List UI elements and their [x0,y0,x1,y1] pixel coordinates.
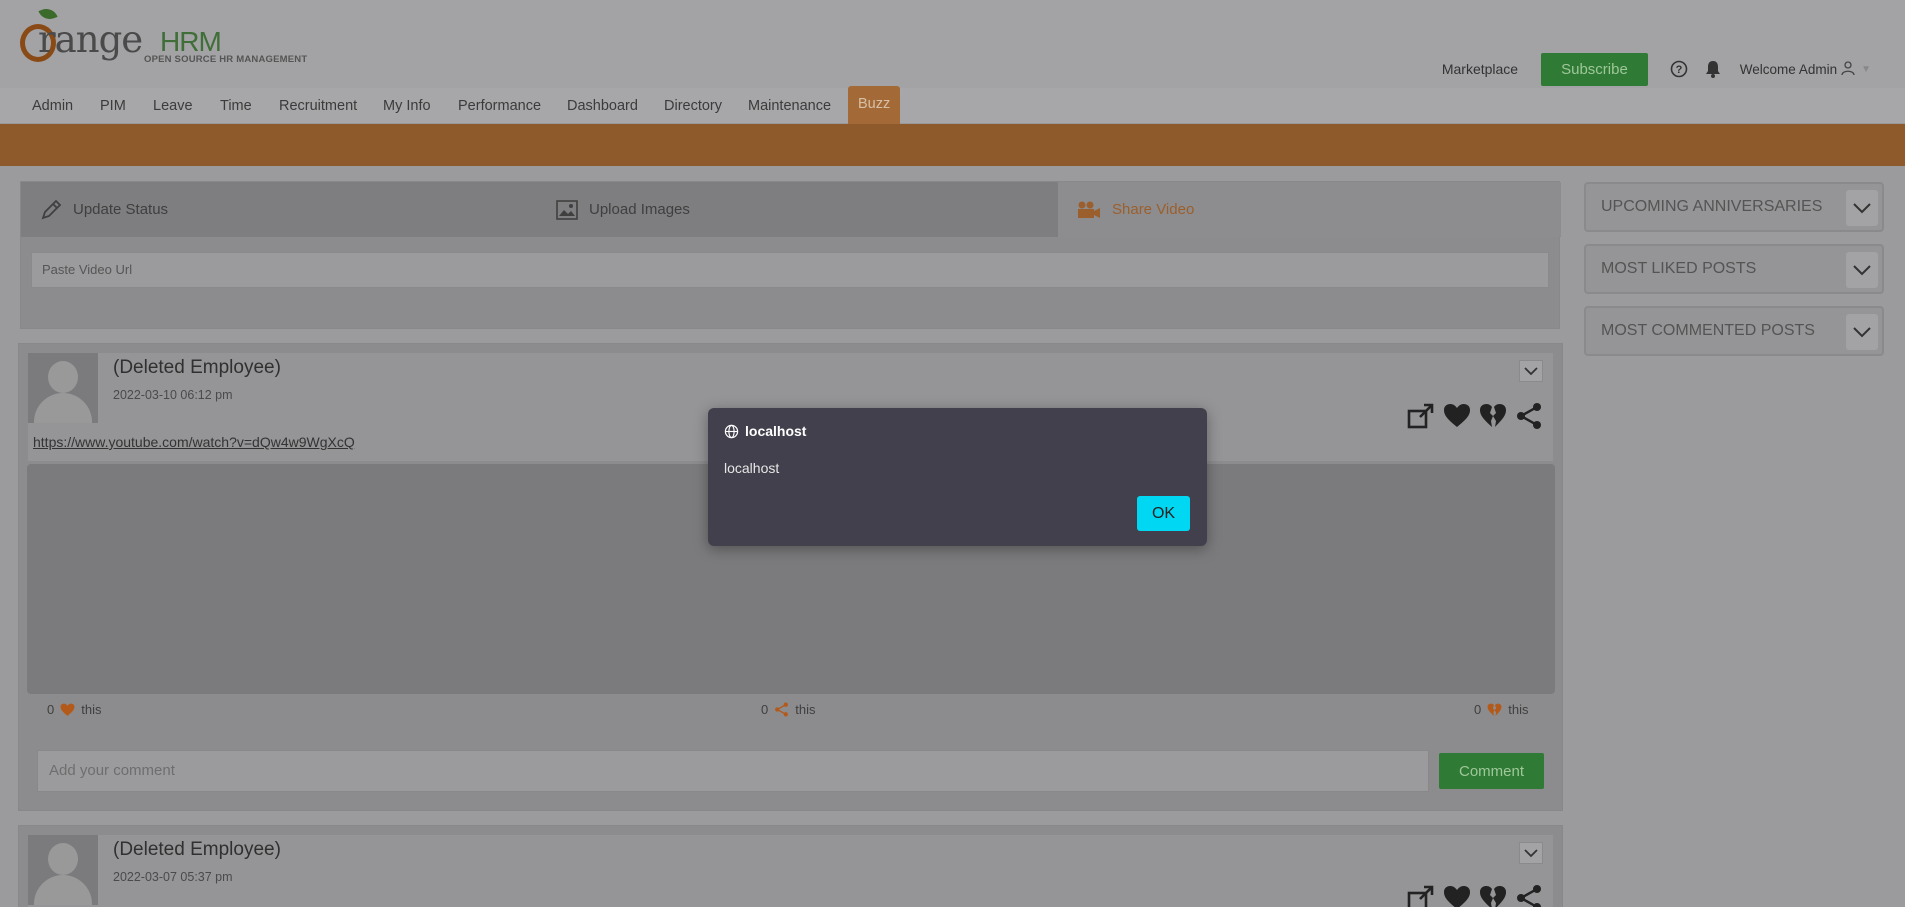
svg-text:?: ? [1675,64,1682,76]
dialog-title: localhost [745,423,807,439]
notification-bell-icon[interactable] [1702,58,1724,80]
chevron-down-icon[interactable] [1846,190,1878,226]
post-stats: 0 this 0 this 0 this [19,702,1564,726]
post-author[interactable]: (Deleted Employee) [113,357,281,379]
video-camera-icon [1076,200,1102,220]
widget-most-liked-posts[interactable]: MOST LIKED POSTS [1584,244,1884,294]
globe-icon [724,424,739,439]
post-options-button[interactable] [1519,842,1543,864]
heart-icon[interactable] [1443,401,1471,431]
tab-label: Upload Images [589,201,690,218]
menu-item-dashboard[interactable]: Dashboard [567,88,638,124]
broken-heart-icon[interactable] [1479,401,1507,431]
menu-item-pim[interactable]: PIM [100,88,126,124]
broken-heart-icon[interactable] [1479,883,1507,907]
chevron-down-icon: ▼ [1861,63,1871,75]
pencil-icon [39,198,63,222]
welcome-user-menu[interactable]: Welcome Admin ▼ [1740,60,1871,79]
user-lock-icon [1841,60,1857,79]
widget-title: MOST COMMENTED POSTS [1601,322,1815,339]
post-actions [1407,401,1543,431]
post-timestamp: 2022-03-10 06:12 pm [113,388,233,402]
post-actions [1407,883,1543,907]
broken-heart-icon [1487,703,1502,717]
buzz-post: (Deleted Employee) 2022-03-07 05:37 pm [18,825,1563,907]
orangehrm-logo[interactable]: range HRM OPEN SOURCE HR MANAGEMENT [20,5,310,68]
menu-item-my-info[interactable]: My Info [383,88,431,124]
ok-button[interactable]: OK [1137,496,1190,531]
tab-label: Update Status [73,201,169,218]
avatar [28,835,98,905]
alert-dialog: localhost localhost OK [708,408,1207,546]
video-url-input[interactable]: Paste Video Url [31,252,1549,288]
tab-label: Share Video [1112,201,1195,218]
menu-item-maintenance[interactable]: Maintenance [748,88,831,124]
menu-item-leave[interactable]: Leave [153,88,193,124]
widget-title: UPCOMING ANNIVERSARIES [1601,198,1823,215]
buzz-composer: Update Status Upload Images Share Video … [20,181,1561,329]
chevron-down-icon [1524,848,1538,858]
menu-item-performance[interactable]: Performance [458,88,541,124]
post-header: (Deleted Employee) 2022-03-07 05:37 pm [28,835,1553,907]
subscribe-button[interactable]: Subscribe [1541,52,1648,86]
chevron-down-icon [1524,366,1538,376]
tab-upload-images[interactable]: Upload Images [536,182,1058,237]
share-external-icon[interactable] [1407,401,1435,431]
tab-share-video[interactable]: Share Video [1058,182,1561,237]
share-icon [774,702,789,717]
post-author[interactable]: (Deleted Employee) [113,839,281,861]
composer-tabs: Update Status Upload Images Share Video [21,182,1561,237]
image-icon [555,198,579,222]
widget-most-commented-posts[interactable]: MOST COMMENTED POSTS [1584,306,1884,356]
share-external-icon[interactable] [1407,883,1435,907]
avatar [28,353,98,423]
heart-icon [60,703,75,717]
widget-upcoming-anniversaries[interactable]: UPCOMING ANNIVERSARIES [1584,182,1884,232]
menu-item-recruitment[interactable]: Recruitment [279,88,357,124]
welcome-label: Welcome Admin [1739,61,1838,77]
menu-item-directory[interactable]: Directory [664,88,722,124]
marketplace-link[interactable]: Marketplace [1442,61,1518,77]
share-icon[interactable] [1515,401,1543,431]
comment-button[interactable]: Comment [1439,753,1544,789]
page-banner [0,124,1905,166]
dialog-header: localhost [724,423,806,439]
post-options-button[interactable] [1519,360,1543,382]
heart-icon[interactable] [1443,883,1471,907]
help-icon[interactable]: ? [1668,58,1690,80]
likes-count[interactable]: 0 this [47,702,101,717]
menu-item-time[interactable]: Time [220,88,252,124]
dialog-message: localhost [724,460,780,476]
post-timestamp: 2022-03-07 05:37 pm [113,870,233,884]
shares-count[interactable]: 0 this [761,702,815,717]
menu-item-admin[interactable]: Admin [32,88,73,124]
header-actions: Marketplace Subscribe ? Welcome Admin ▼ [1442,52,1871,86]
share-icon[interactable] [1515,883,1543,907]
post-video-link[interactable]: https://www.youtube.com/watch?v=dQw4w9Wg… [33,434,355,450]
main-menu: Admin PIM Leave Time Recruitment My Info… [0,86,1905,124]
header: range HRM OPEN SOURCE HR MANAGEMENT Mark… [0,0,1905,88]
comment-input[interactable]: Add your comment [37,750,1429,792]
chevron-down-icon[interactable] [1846,252,1878,288]
widget-title: MOST LIKED POSTS [1601,260,1757,277]
tab-update-status[interactable]: Update Status [21,182,536,237]
unlikes-count[interactable]: 0 this [1474,702,1528,717]
menu-item-buzz[interactable]: Buzz [848,86,901,124]
chevron-down-icon[interactable] [1846,314,1878,350]
